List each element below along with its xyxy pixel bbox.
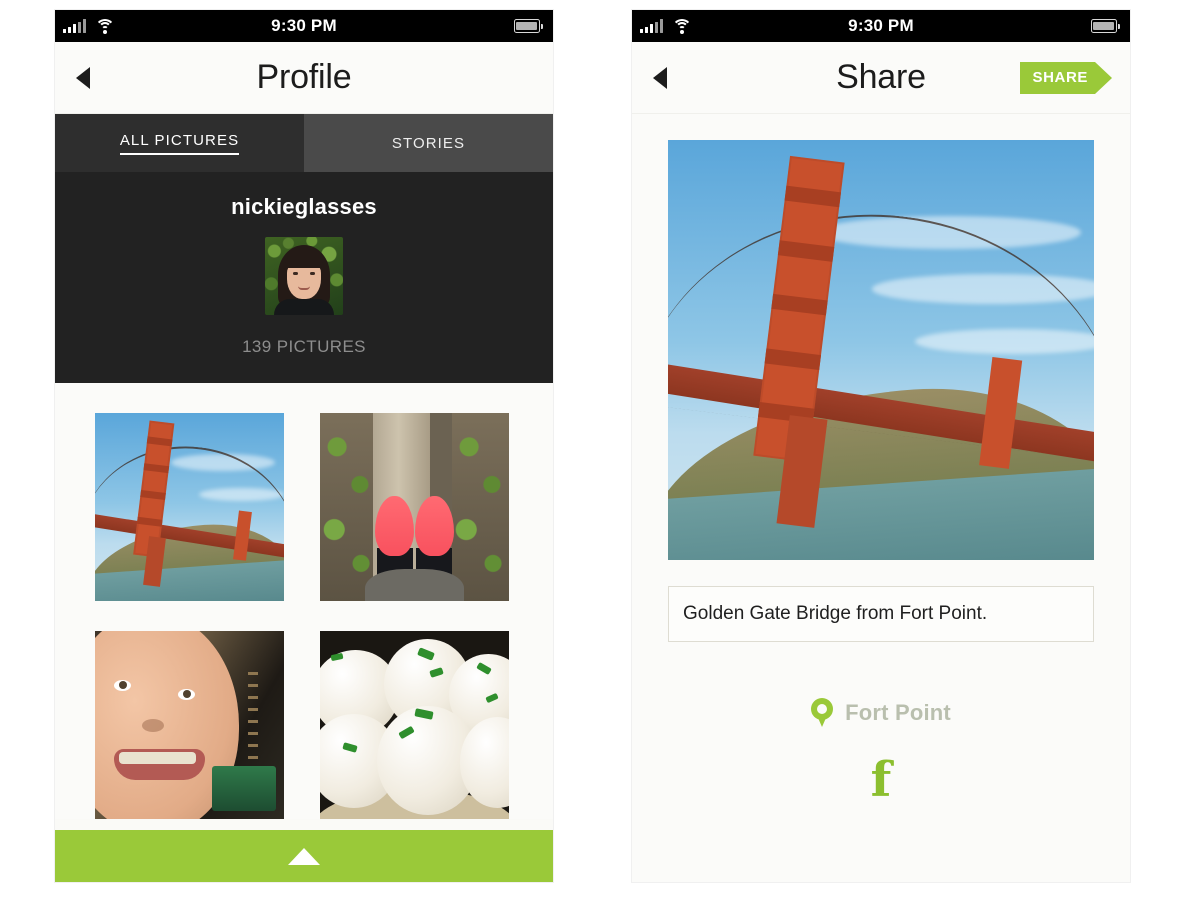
picture-count: 139 PICTURES — [242, 337, 366, 356]
caption-input[interactable]: Golden Gate Bridge from Fort Point. — [668, 586, 1094, 642]
tab-stories-label: STORIES — [391, 134, 466, 152]
caption-value: Golden Gate Bridge from Fort Point. — [683, 603, 988, 624]
photo-grid — [55, 383, 553, 819]
share-arrow-point-icon — [1095, 61, 1112, 94]
nav-bar-share: Share SHARE — [632, 42, 1130, 114]
page-title: Profile — [256, 58, 352, 96]
status-bar-right: 9:30 PM — [632, 10, 1130, 42]
screenshot-canvas: 9:30 PM Profile ALL PICTURES STORIES nic… — [0, 0, 1200, 900]
profile-header: nickieglasses 139 PICTURES — [55, 172, 553, 383]
map-pin-icon — [811, 698, 834, 728]
hero-photo[interactable] — [668, 140, 1094, 560]
status-bar-left: 9:30 PM — [55, 10, 553, 42]
photo-grid-row — [55, 413, 553, 601]
facebook-icon: f — [870, 752, 892, 808]
photo-thumbnail-buns[interactable] — [320, 631, 509, 819]
location-picker[interactable]: Fort Point — [668, 698, 1094, 728]
tab-bar: ALL PICTURES STORIES — [55, 114, 553, 172]
back-button[interactable] — [55, 66, 111, 89]
photo-thumbnail-golden-gate[interactable] — [95, 413, 284, 601]
back-arrow-icon — [76, 66, 90, 89]
status-time: 9:30 PM — [848, 16, 914, 35]
tab-all-pictures[interactable]: ALL PICTURES — [55, 114, 304, 172]
back-arrow-icon — [653, 66, 667, 89]
photo-grid-row — [55, 631, 553, 819]
location-name: Fort Point — [845, 700, 951, 725]
phone-profile-screen: 9:30 PM Profile ALL PICTURES STORIES nic… — [55, 10, 553, 882]
nav-bar-profile: Profile — [55, 42, 553, 114]
status-time: 9:30 PM — [271, 16, 337, 35]
photo-thumbnail-child[interactable] — [95, 631, 284, 819]
tab-all-pictures-label: ALL PICTURES — [119, 132, 240, 155]
phone-share-screen: 9:30 PM Share SHARE Golden Gate Bridge f… — [632, 10, 1130, 882]
expand-bottom-bar[interactable] — [55, 830, 553, 882]
share-button[interactable]: SHARE — [1020, 61, 1112, 94]
share-button-label: SHARE — [1020, 61, 1095, 94]
back-button[interactable] — [632, 66, 688, 89]
facebook-share-toggle[interactable]: f — [668, 756, 1094, 804]
tab-stories[interactable]: STORIES — [304, 114, 553, 172]
share-content: Golden Gate Bridge from Fort Point. Fort… — [632, 114, 1130, 882]
up-triangle-icon — [288, 847, 320, 865]
avatar[interactable] — [265, 237, 343, 315]
photo-thumbnail-sneakers[interactable] — [320, 413, 509, 601]
profile-username: nickieglasses — [231, 194, 377, 219]
